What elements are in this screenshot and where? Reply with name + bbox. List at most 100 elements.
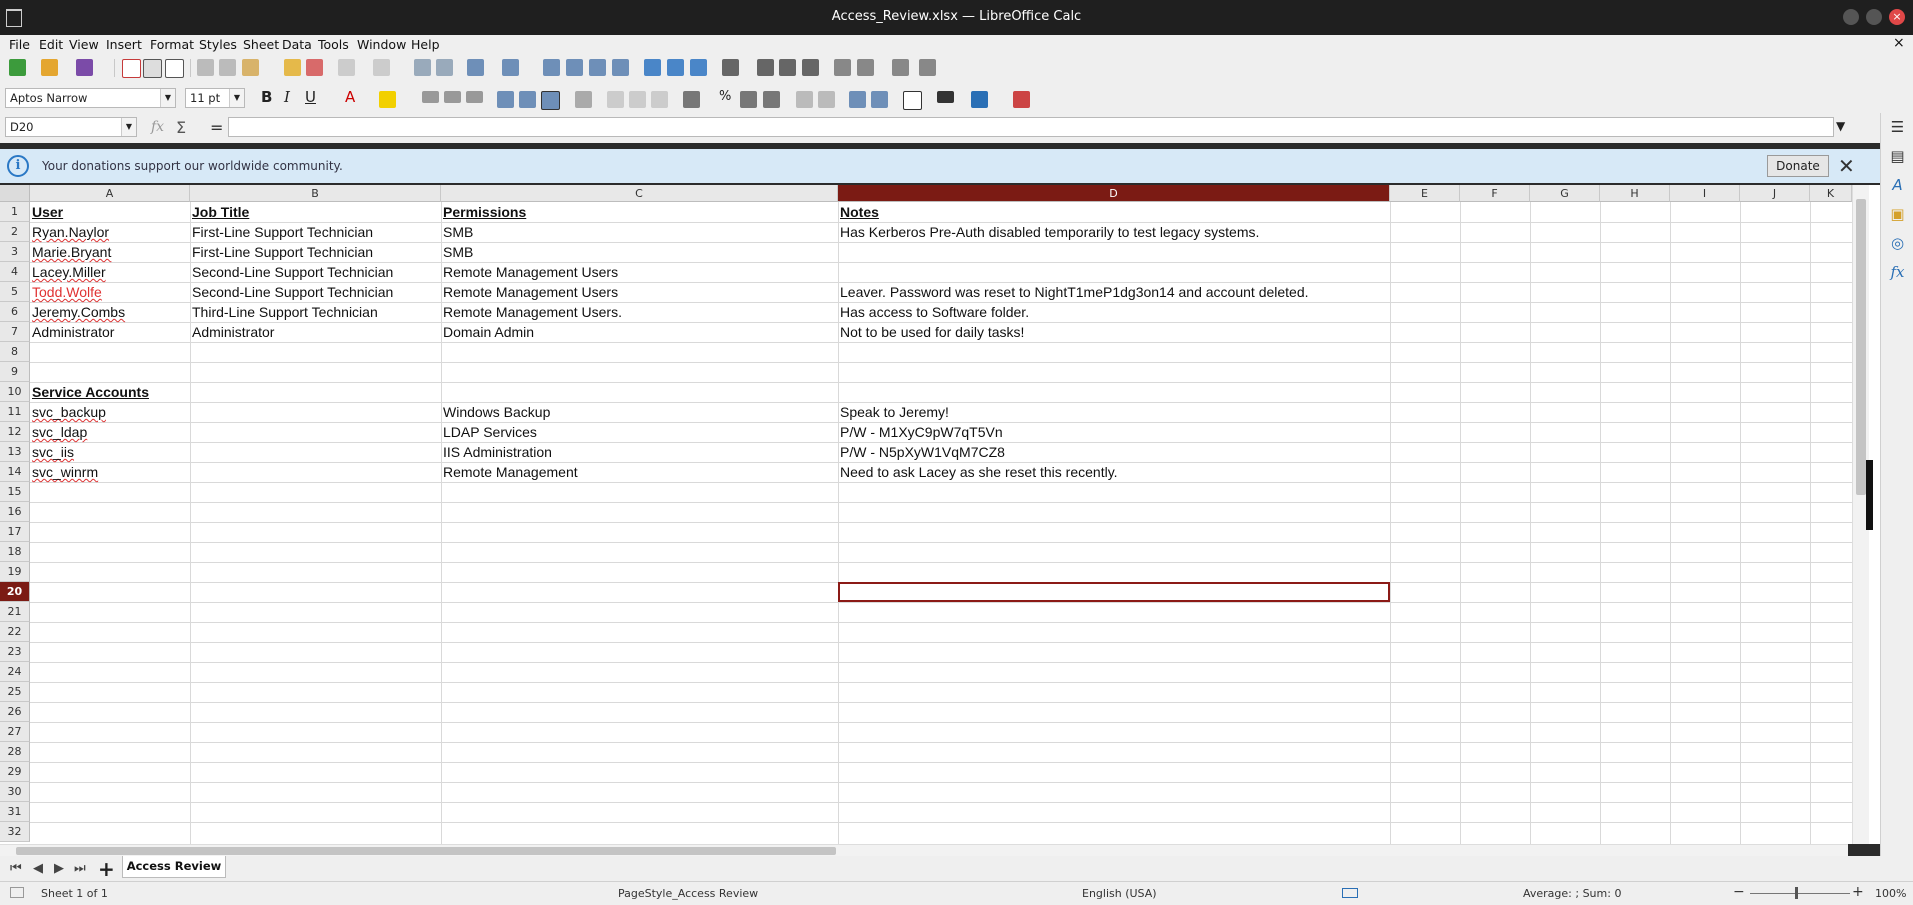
cell-c3[interactable]: SMB xyxy=(441,242,473,262)
percent-format-icon[interactable]: % xyxy=(719,89,731,104)
freeze-rows-icon[interactable] xyxy=(857,59,874,76)
cell-c13[interactable]: IIS Administration xyxy=(441,442,552,462)
cell-b7[interactable]: Administrator xyxy=(190,322,274,342)
merge-cells-icon[interactable] xyxy=(629,91,646,108)
maximize-button[interactable] xyxy=(1866,9,1882,25)
row-header[interactable]: 24 xyxy=(0,662,30,682)
row-header[interactable]: 9 xyxy=(0,362,30,382)
clone-formatting-icon[interactable] xyxy=(284,59,301,76)
underline-icon[interactable]: U xyxy=(305,88,316,106)
cell-a11[interactable]: svc_backup xyxy=(30,402,106,422)
cell-d14[interactable]: Need to ask Lacey as she reset this rece… xyxy=(838,462,1118,482)
cell-b2[interactable]: First-Line Support Technician xyxy=(190,222,373,242)
zoom-level[interactable]: 100% xyxy=(1875,887,1906,900)
cell-c11[interactable]: Windows Backup xyxy=(441,402,550,422)
navigator-icon[interactable]: ◎ xyxy=(1889,235,1906,252)
column-header-j[interactable]: J xyxy=(1740,185,1810,202)
sidebar-menu-icon[interactable]: ☰ xyxy=(1889,119,1906,136)
cell-a3[interactable]: Marie.Bryant xyxy=(30,242,111,262)
menu-edit[interactable]: Edit xyxy=(39,37,63,52)
cell-c5[interactable]: Remote Management Users xyxy=(441,282,618,302)
active-cell-d20[interactable] xyxy=(838,582,1390,602)
row-header[interactable]: 11 xyxy=(0,402,30,422)
row-header[interactable]: 2 xyxy=(0,222,30,242)
center-vertically-icon[interactable] xyxy=(519,91,536,108)
new-document-icon[interactable] xyxy=(9,59,26,76)
column-header-i[interactable]: I xyxy=(1670,185,1740,202)
row-header[interactable]: 16 xyxy=(0,502,30,522)
row-header[interactable]: 22 xyxy=(0,622,30,642)
border-color-icon[interactable] xyxy=(971,91,988,108)
autofilter-icon[interactable] xyxy=(612,59,629,76)
formula-icon[interactable]: = xyxy=(210,118,223,137)
expand-formula-icon[interactable]: ▼ xyxy=(1836,119,1845,133)
align-top-icon[interactable] xyxy=(497,91,514,108)
insert-image-icon[interactable] xyxy=(644,59,661,76)
row-header[interactable]: 13 xyxy=(0,442,30,462)
cell-b1[interactable]: Job Title xyxy=(190,202,249,222)
row-header[interactable]: 14 xyxy=(0,462,30,482)
cell-c12[interactable]: LDAP Services xyxy=(441,422,537,442)
zoom-slider[interactable] xyxy=(1750,893,1850,894)
row-header[interactable]: 31 xyxy=(0,802,30,822)
column-header-g[interactable]: G xyxy=(1530,185,1600,202)
insert-chart-icon[interactable] xyxy=(667,59,684,76)
zoom-slider-thumb[interactable] xyxy=(1795,887,1798,899)
column-header-a[interactable]: A xyxy=(30,185,190,202)
cell-a12[interactable]: svc_ldap xyxy=(30,422,87,442)
define-print-area-icon[interactable] xyxy=(834,59,851,76)
number-format-icon[interactable] xyxy=(740,91,757,108)
highlight-color-icon[interactable] xyxy=(379,91,396,108)
cell-a6[interactable]: Jeremy.Combs xyxy=(30,302,125,322)
row-header[interactable]: 1 xyxy=(0,202,30,222)
decrease-indent-icon[interactable] xyxy=(871,91,888,108)
cell-c2[interactable]: SMB xyxy=(441,222,473,242)
clear-formatting-icon[interactable] xyxy=(306,59,323,76)
donate-button[interactable]: Donate xyxy=(1767,155,1829,177)
styles-icon[interactable]: A xyxy=(1889,177,1906,194)
cell-c6[interactable]: Remote Management Users. xyxy=(441,302,622,322)
cell-a2[interactable]: Ryan.Naylor xyxy=(30,222,109,242)
cell-d11[interactable]: Speak to Jeremy! xyxy=(838,402,949,422)
print-preview-icon[interactable] xyxy=(165,59,184,78)
cell-a14[interactable]: svc_winrm xyxy=(30,462,98,482)
cell-a7[interactable]: Administrator xyxy=(30,322,114,342)
close-icon[interactable]: ✕ xyxy=(1838,154,1855,178)
comment-icon[interactable] xyxy=(779,59,796,76)
sum-icon[interactable]: Σ xyxy=(176,118,186,137)
formula-input[interactable] xyxy=(228,117,1834,137)
sort-icon[interactable] xyxy=(543,59,560,76)
cell-c7[interactable]: Domain Admin xyxy=(441,322,534,342)
selection-mode-icon[interactable] xyxy=(1342,888,1358,898)
last-sheet-icon[interactable]: ⏭ xyxy=(74,861,86,876)
row-header[interactable]: 18 xyxy=(0,542,30,562)
cell-c1[interactable]: Permissions xyxy=(441,202,526,222)
cell-d7[interactable]: Not to be used for daily tasks! xyxy=(838,322,1024,342)
add-sheet-icon[interactable]: + xyxy=(98,857,115,881)
row-header[interactable]: 29 xyxy=(0,762,30,782)
selection-summary[interactable]: Average: ; Sum: 0 xyxy=(1523,887,1621,900)
cell-d2[interactable]: Has Kerberos Pre-Auth disabled temporari… xyxy=(838,222,1259,242)
menu-styles[interactable]: Styles xyxy=(199,37,237,52)
row-header[interactable]: 23 xyxy=(0,642,30,662)
font-size-combo[interactable]: 11 pt ▼ xyxy=(185,88,245,108)
borders-icon[interactable] xyxy=(903,91,922,110)
cell-b5[interactable]: Second-Line Support Technician xyxy=(190,282,393,302)
row-header[interactable]: 27 xyxy=(0,722,30,742)
zoom-out-icon[interactable]: − xyxy=(1733,884,1745,900)
chevron-down-icon[interactable]: ▼ xyxy=(229,89,244,107)
border-style-icon[interactable] xyxy=(937,91,954,103)
row-header[interactable]: 12 xyxy=(0,422,30,442)
bold-icon[interactable]: B xyxy=(261,88,272,106)
page-style[interactable]: PageStyle_Access Review xyxy=(618,887,758,900)
row-header[interactable]: 5 xyxy=(0,282,30,302)
delete-decimal-icon[interactable] xyxy=(818,91,835,108)
row-header[interactable]: 10 xyxy=(0,382,30,402)
row-header[interactable]: 25 xyxy=(0,682,30,702)
menu-sheet[interactable]: Sheet xyxy=(243,37,279,52)
cell-b3[interactable]: First-Line Support Technician xyxy=(190,242,373,262)
print-icon[interactable] xyxy=(143,59,162,78)
align-bottom-icon[interactable] xyxy=(541,91,560,110)
row-header-selected[interactable]: 20 xyxy=(0,582,30,602)
add-decimal-icon[interactable] xyxy=(796,91,813,108)
